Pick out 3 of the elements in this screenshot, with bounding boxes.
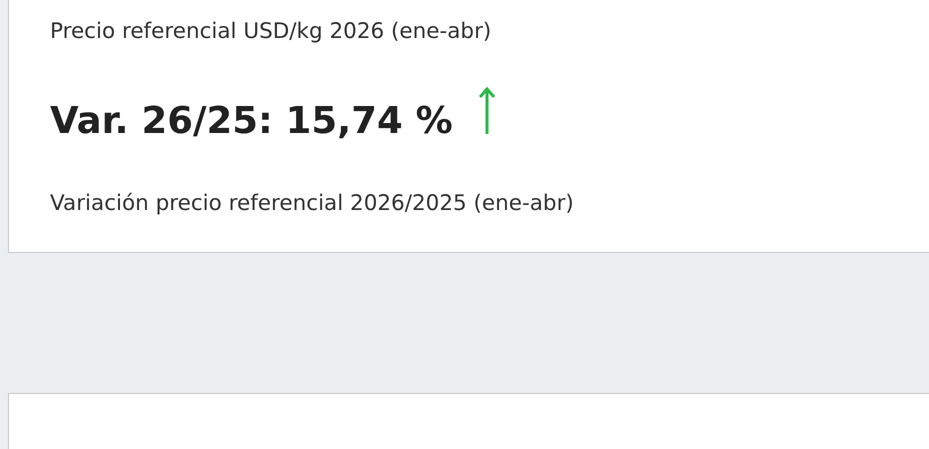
caption-text: Precio referencial USD/kg 2026 (ene-abr) — [50, 18, 492, 46]
variation-value: Var. 26/25: 15,74 % — [50, 98, 453, 142]
description-text: Variación precio referencial 2026/2025 (ene-abr) — [50, 190, 575, 218]
